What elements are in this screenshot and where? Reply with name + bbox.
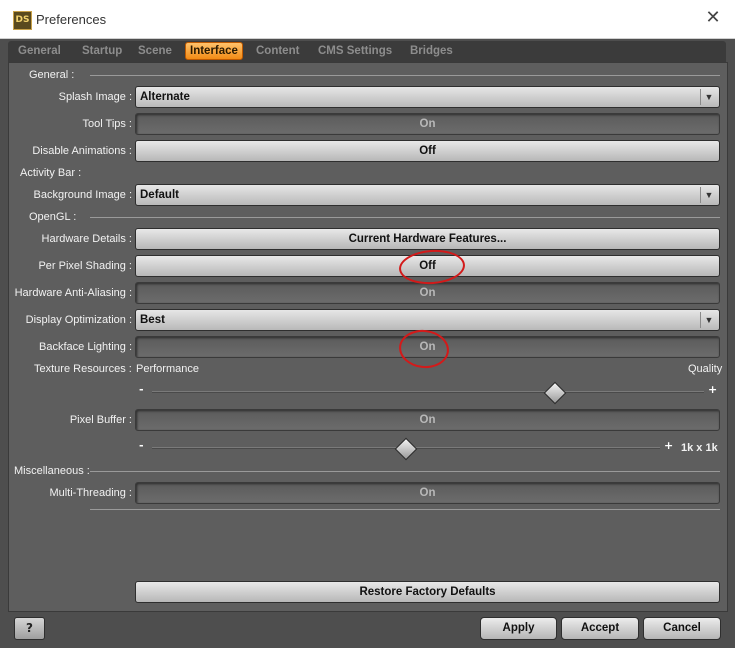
- help-button[interactable]: ?: [14, 617, 45, 640]
- multi-threading-toggle[interactable]: On: [135, 482, 720, 504]
- chevron-down-icon: ▼: [700, 89, 717, 105]
- section-divider: [90, 509, 720, 510]
- display-optimization-label: Display Optimization :: [25, 314, 132, 326]
- display-optimization-select[interactable]: Best ▼: [135, 309, 720, 331]
- tab-bar: General Startup Scene Interface Content …: [8, 41, 726, 62]
- restore-factory-defaults-button[interactable]: Restore Factory Defaults: [135, 581, 720, 603]
- pixel-buffer-plus-icon[interactable]: +: [664, 439, 673, 452]
- texture-slider-track[interactable]: [152, 391, 704, 393]
- section-opengl: OpenGL :: [29, 211, 77, 223]
- disable-animations-label: Disable Animations :: [32, 145, 132, 157]
- tab-startup[interactable]: Startup: [78, 43, 126, 59]
- background-image-select[interactable]: Default ▼: [135, 184, 720, 206]
- hardware-anti-aliasing-label: Hardware Anti-Aliasing :: [14, 287, 132, 299]
- app-icon: DS: [13, 11, 32, 30]
- texture-resources-label: Texture Resources :: [34, 363, 132, 375]
- pixel-buffer-minus-icon[interactable]: -: [139, 439, 144, 452]
- background-image-value: Default: [140, 189, 179, 201]
- background-image-label: Background Image :: [33, 189, 132, 201]
- title-bar: DS Preferences ✕: [0, 0, 735, 39]
- tab-general[interactable]: General: [14, 43, 65, 59]
- chevron-down-icon: ▼: [700, 187, 717, 203]
- tab-cms-settings[interactable]: CMS Settings: [314, 43, 396, 59]
- tab-content[interactable]: Content: [252, 43, 303, 59]
- tab-bridges[interactable]: Bridges: [406, 43, 457, 59]
- splash-image-select[interactable]: Alternate ▼: [135, 86, 720, 108]
- splash-image-value: Alternate: [140, 91, 190, 103]
- section-divider: [90, 217, 720, 218]
- cancel-button[interactable]: Cancel: [643, 617, 721, 640]
- backface-lighting-label: Backface Lighting :: [39, 341, 132, 353]
- hardware-details-label: Hardware Details :: [41, 233, 132, 245]
- disable-animations-toggle[interactable]: Off: [135, 140, 720, 162]
- section-general: General :: [29, 69, 75, 81]
- section-divider: [90, 471, 720, 472]
- hardware-anti-aliasing-toggle[interactable]: On: [135, 282, 720, 304]
- section-miscellaneous: Miscellaneous :: [14, 465, 90, 477]
- window-title: Preferences: [36, 12, 107, 27]
- texture-plus-icon[interactable]: +: [708, 383, 717, 396]
- chevron-down-icon: ▼: [700, 312, 717, 328]
- close-icon[interactable]: ✕: [703, 8, 723, 28]
- pixel-buffer-size: 1k x 1k: [681, 442, 718, 454]
- pixel-buffer-label: Pixel Buffer :: [69, 414, 132, 426]
- splash-image-label: Splash Image :: [58, 91, 132, 103]
- hardware-features-button[interactable]: Current Hardware Features...: [135, 228, 720, 250]
- tab-interface[interactable]: Interface: [185, 42, 243, 60]
- section-divider: [90, 75, 720, 76]
- tool-tips-toggle[interactable]: On: [135, 113, 720, 135]
- preferences-window: DS Preferences ✕ General Startup Scene I…: [0, 0, 735, 648]
- texture-minus-icon[interactable]: -: [139, 383, 144, 396]
- section-activity-bar: Activity Bar :: [20, 167, 82, 179]
- accept-button[interactable]: Accept: [561, 617, 639, 640]
- multi-threading-label: Multi-Threading :: [49, 487, 132, 499]
- display-optimization-value: Best: [140, 314, 165, 326]
- texture-quality-label: Quality: [688, 363, 723, 375]
- tab-scene[interactable]: Scene: [134, 43, 176, 59]
- texture-performance-label: Performance: [136, 363, 199, 375]
- pixel-buffer-toggle[interactable]: On: [135, 409, 720, 431]
- apply-button[interactable]: Apply: [480, 617, 557, 640]
- per-pixel-shading-label: Per Pixel Shading :: [38, 260, 132, 272]
- tool-tips-label: Tool Tips :: [82, 118, 132, 130]
